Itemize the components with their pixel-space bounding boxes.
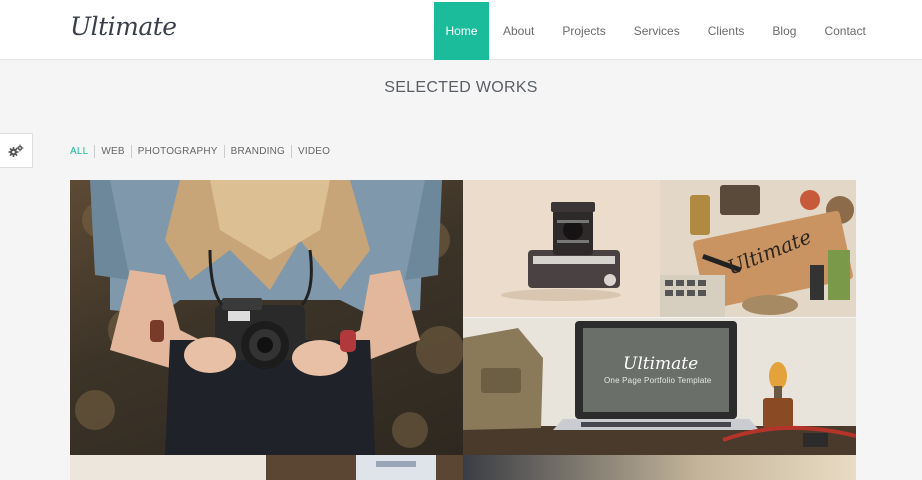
- site-header: Ultimate Home About Projects Services Cl…: [0, 0, 922, 60]
- settings-toggle-button[interactable]: [0, 133, 33, 168]
- main-nav: Home About Projects Services Clients Blo…: [434, 2, 880, 60]
- nav-item-clients[interactable]: Clients: [694, 2, 759, 60]
- section-title: SELECTED WORKS: [384, 79, 538, 96]
- portfolio-item-branding[interactable]: Ultimate: [660, 180, 856, 317]
- filter-web[interactable]: WEB: [94, 145, 130, 158]
- camera-image: [463, 180, 660, 317]
- laptop-screen-subtitle: One Page Portfolio Template: [604, 376, 712, 385]
- woman-camera-image: [75, 180, 463, 455]
- laptop-workspace-image: [463, 318, 856, 455]
- portfolio-item-camera[interactable]: [463, 180, 660, 317]
- site-logo[interactable]: Ultimate: [70, 12, 177, 41]
- portfolio-item-bottom-2[interactable]: [266, 455, 463, 480]
- portfolio-item-bottom-3[interactable]: [463, 455, 856, 480]
- filter-branding[interactable]: BRANDING: [223, 145, 291, 158]
- filter-all[interactable]: ALL: [70, 145, 94, 158]
- nav-item-contact[interactable]: Contact: [810, 2, 879, 60]
- portfolio-item-laptop[interactable]: Ultimate One Page Portfolio Template: [463, 318, 856, 455]
- nav-item-blog[interactable]: Blog: [758, 2, 810, 60]
- nav-item-services[interactable]: Services: [620, 2, 694, 60]
- filter-photography[interactable]: PHOTOGRAPHY: [130, 145, 224, 158]
- portfolio-item-bottom-1[interactable]: [70, 455, 266, 480]
- bottom-tile-2-image: [266, 455, 463, 480]
- filter-video[interactable]: VIDEO: [291, 145, 336, 158]
- nav-item-home[interactable]: Home: [434, 2, 489, 60]
- bottom-tile-3-image: [463, 455, 856, 480]
- nav-item-about[interactable]: About: [489, 2, 548, 60]
- nav-item-projects[interactable]: Projects: [548, 2, 619, 60]
- portfolio-gallery: Ultimate Ultimate One Page Portfolio Tem…: [70, 180, 856, 480]
- portfolio-filters: ALL WEB PHOTOGRAPHY BRANDING VIDEO: [70, 145, 336, 158]
- gears-icon: [8, 144, 24, 157]
- laptop-screen-title: Ultimate: [623, 354, 699, 374]
- portfolio-item-woman-camera[interactable]: [70, 180, 463, 455]
